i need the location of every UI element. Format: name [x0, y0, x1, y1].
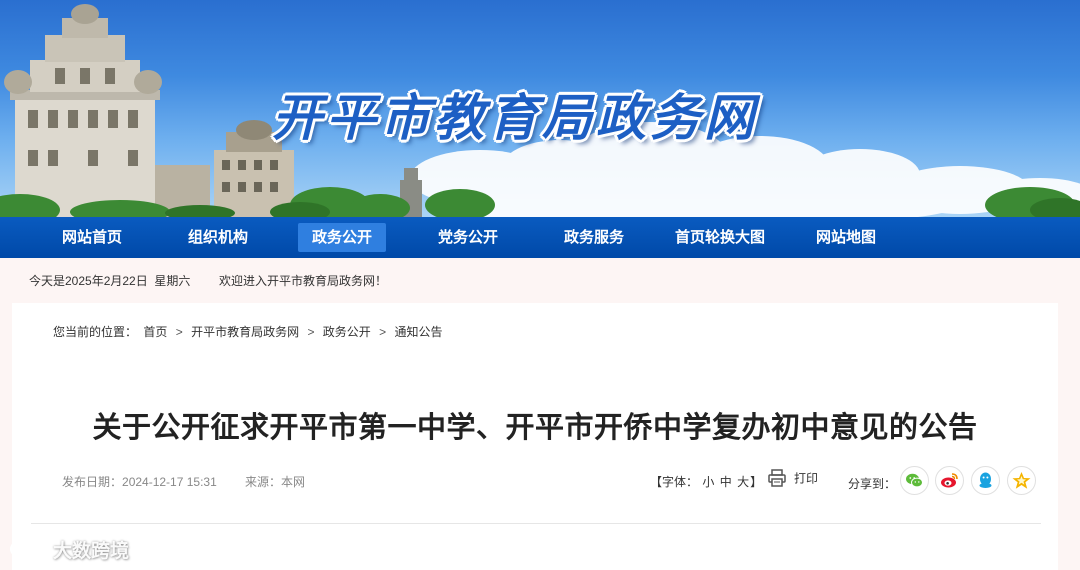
- font-size-large[interactable]: 大: [737, 475, 749, 489]
- font-size-switcher: 【字体： 小 中 大】: [650, 473, 762, 490]
- watermark: 大数跨境: [9, 536, 129, 565]
- nav-item-services[interactable]: 政务服务: [548, 223, 640, 252]
- weibo-icon: [941, 473, 958, 488]
- breadcrumb-separator: >: [175, 325, 183, 339]
- wechat-icon: [906, 473, 923, 488]
- watermark-logo-icon: [9, 538, 49, 565]
- share-qq-button[interactable]: [971, 466, 1000, 495]
- publish-date: 发布日期：2024-12-17 15:31: [62, 473, 217, 490]
- article-source: 来源：本网: [245, 473, 305, 490]
- share-qzone-button[interactable]: [1007, 466, 1036, 495]
- publish-date-value: 2024-12-17 15:31: [122, 475, 217, 489]
- breadcrumb-prefix: 您当前的位置：: [53, 325, 138, 339]
- article-card: 您当前的位置： 首页 > 开平市教育局政务网 > 政务公开 > 通知公告 关于公…: [12, 303, 1058, 570]
- breadcrumb-item-site[interactable]: 开平市教育局政务网: [191, 325, 299, 339]
- info-bar: 今天是2025年2月22日 星期六 欢迎进入开平市教育局政务网！: [0, 258, 1080, 302]
- nav-item-party-affairs[interactable]: 党务公开: [422, 223, 514, 252]
- source-label: 来源：: [245, 475, 282, 489]
- breadcrumb-separator: >: [307, 325, 315, 339]
- source-value: 本网: [281, 475, 306, 489]
- breadcrumb-item-government-affairs[interactable]: 政务公开: [323, 325, 371, 339]
- printer-icon: [768, 469, 786, 490]
- publish-date-label: 发布日期：: [62, 475, 123, 489]
- breadcrumb-separator: >: [379, 325, 387, 339]
- welcome-message: 欢迎进入开平市教育局政务网！: [219, 274, 388, 288]
- font-size-medium[interactable]: 中: [720, 475, 732, 489]
- nav-item-government-affairs[interactable]: 政务公开: [298, 223, 386, 252]
- site-title: 开平市教育局政务网: [272, 89, 758, 147]
- font-size-open: 【字体：: [650, 475, 699, 489]
- qzone-icon: [1012, 472, 1031, 489]
- share-weibo-button[interactable]: [935, 466, 964, 495]
- font-size-close: 】: [750, 475, 763, 489]
- breadcrumb: 您当前的位置： 首页 > 开平市教育局政务网 > 政务公开 > 通知公告: [53, 323, 446, 340]
- font-size-small[interactable]: 小: [702, 475, 714, 489]
- watermark-text: 大数跨境: [53, 540, 130, 562]
- main-nav: 网站首页 组织机构 政务公开 党务公开 政务服务 首页轮换大图 网站地图: [0, 217, 1080, 258]
- print-label: 打印: [794, 471, 819, 486]
- nav-item-carousel[interactable]: 首页轮换大图: [670, 223, 770, 252]
- nav-item-home[interactable]: 网站首页: [46, 223, 138, 252]
- nav-item-organization[interactable]: 组织机构: [172, 223, 264, 252]
- share-label: 分享到：: [848, 477, 897, 491]
- breadcrumb-item-notices[interactable]: 通知公告: [395, 325, 443, 339]
- nav-item-sitemap[interactable]: 网站地图: [800, 223, 892, 252]
- qq-icon: [979, 472, 992, 488]
- print-button[interactable]: 打印: [768, 469, 818, 490]
- share-wechat-button[interactable]: [900, 466, 929, 495]
- current-date: 今天是2025年2月22日 星期六: [29, 274, 191, 288]
- article-title: 关于公开征求开平市第一中学、开平市开侨中学复办初中意见的公告: [92, 410, 978, 444]
- header-banner: 开平市教育局政务网: [0, 0, 1080, 217]
- breadcrumb-item-home[interactable]: 首页: [143, 325, 167, 339]
- content-divider: [31, 523, 1041, 524]
